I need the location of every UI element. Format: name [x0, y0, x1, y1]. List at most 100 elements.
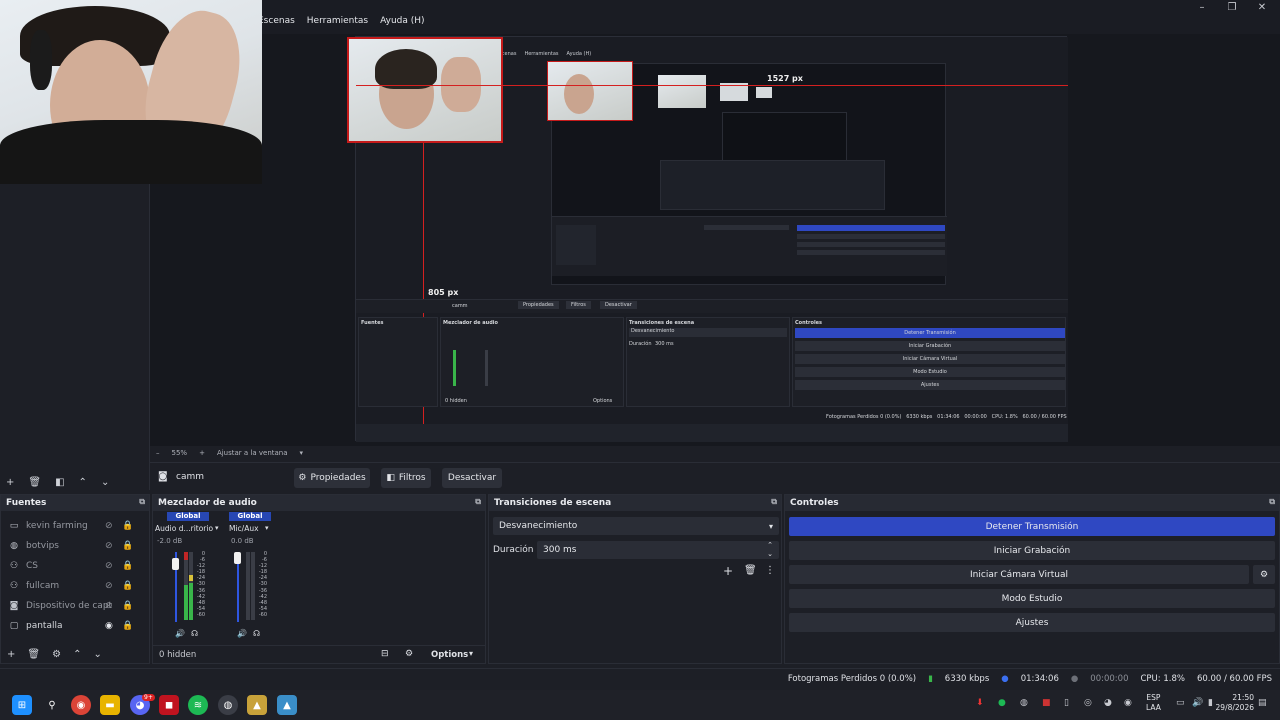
headphones-icon[interactable]: ☊ [191, 629, 198, 638]
start-virtual-camera-button[interactable]: Iniciar Cámara Virtual [789, 565, 1249, 584]
minimize-button[interactable]: – [1195, 2, 1209, 14]
lock-icon[interactable]: 🔒 [122, 581, 133, 591]
spotify-tray-icon[interactable]: ● [998, 698, 1006, 708]
undock-icon[interactable]: ⧉ [475, 497, 481, 507]
transition-select[interactable]: Desvanecimiento ▾ [493, 517, 779, 535]
list-item[interactable]: ▢ pantalla ◉ 🔒 [1, 616, 149, 636]
start-recording-button[interactable]: Iniciar Grabación [789, 541, 1275, 560]
tray-icon[interactable]: ⬇ [976, 698, 984, 708]
preview-canvas[interactable]: Escenas Herramientas Ayuda (H) 1527 px 8… [347, 36, 1068, 442]
speaker-icon[interactable]: 🔊 [175, 629, 185, 638]
studio-mode-button[interactable]: Modo Estudio [789, 589, 1275, 608]
list-item[interactable]: ◍ botvips ⊘ 🔒 [1, 536, 149, 556]
language-indicator[interactable]: ESP LAA [1146, 693, 1161, 713]
properties-button[interactable]: ⚙ Propiedades [294, 468, 370, 488]
tray-icon[interactable]: ◎ [1084, 698, 1092, 708]
lock-icon[interactable]: 🔒 [122, 621, 133, 631]
add-icon[interactable]: + [7, 649, 15, 660]
add-icon[interactable]: + [6, 477, 14, 488]
move-up-icon[interactable]: ⌃ [79, 477, 87, 488]
list-item[interactable]: ▭ kevin farming ⊘ 🔒 [1, 516, 149, 536]
list-item[interactable]: ⚇ fullcam ⊘ 🔒 [1, 576, 149, 596]
chrome-icon[interactable]: ◉ [71, 695, 91, 715]
settings-button[interactable]: Ajustes [789, 613, 1275, 632]
undock-icon[interactable]: ⧉ [771, 497, 777, 507]
add-icon[interactable]: + [723, 564, 733, 578]
volume-knob[interactable] [172, 558, 179, 570]
eye-off-icon[interactable]: ⊘ [105, 561, 113, 571]
close-button[interactable]: ✕ [1255, 2, 1269, 14]
gear-icon[interactable]: ⚙ [52, 649, 61, 660]
chevron-down-icon[interactable]: ▾ [300, 449, 304, 457]
stop-streaming-button[interactable]: Detener Transmisión [789, 517, 1275, 536]
eye-off-icon[interactable]: ⊘ [105, 541, 113, 551]
windows-start-icon[interactable]: ⊞ [12, 695, 32, 715]
list-item[interactable]: ◙ Dispositivo de capt ⊘ 🔒 [1, 596, 149, 616]
link-icon[interactable]: ⚙ [405, 649, 413, 659]
tray-icon[interactable]: ▯ [1064, 698, 1069, 708]
nested-webcam-selected [347, 37, 503, 143]
menu-escenas[interactable]: Escenas [258, 16, 295, 32]
lock-icon[interactable]: 🔒 [122, 541, 133, 551]
undock-icon[interactable]: ⧉ [1269, 497, 1275, 507]
menu-herramientas[interactable]: Herramientas [307, 16, 368, 32]
chevron-down-icon[interactable]: ▾ [469, 649, 473, 658]
trash-icon[interactable]: 🗑 [28, 477, 41, 488]
zoom-out-icon[interactable]: – [156, 449, 160, 457]
eye-icon[interactable]: ◉ [105, 621, 113, 631]
notifications-icon[interactable]: ▤ [1258, 698, 1267, 708]
lock-icon[interactable]: 🔒 [122, 601, 133, 611]
nested-ctrl-button: Ajustes [795, 380, 1065, 390]
options-button[interactable]: Options [431, 650, 468, 660]
app-icon[interactable]: ◼ [159, 695, 179, 715]
virtual-camera-settings-button[interactable]: ⚙ [1253, 565, 1275, 584]
zoom-fit-select[interactable]: Ajustar a la ventana [217, 449, 288, 457]
maximize-button[interactable]: ❐ [1225, 2, 1239, 14]
volume-knob[interactable] [234, 552, 241, 564]
move-down-icon[interactable]: ⌄ [93, 649, 101, 660]
duration-input[interactable]: 300 ms ⌃ ⌄ [537, 541, 779, 559]
app-icon[interactable]: ▲ [247, 695, 267, 715]
speaker-icon[interactable]: 🔊 [237, 629, 247, 638]
duration-value: 300 ms [543, 545, 577, 555]
filter-icon[interactable]: ◧ [55, 477, 64, 488]
tray-icon[interactable]: ■ [1042, 698, 1051, 708]
layout-icon[interactable]: ⊟ [381, 649, 389, 659]
headphones-icon[interactable]: ☊ [253, 629, 260, 638]
lock-icon[interactable]: 🔒 [122, 561, 133, 571]
chevron-down-icon[interactable]: ▾ [265, 524, 269, 532]
deactivate-button[interactable]: Desactivar [442, 468, 502, 488]
trash-icon[interactable]: 🗑 [27, 649, 40, 660]
app-icon[interactable]: ▲ [277, 695, 297, 715]
undock-icon[interactable]: ⧉ [139, 497, 145, 507]
move-down-icon[interactable]: ⌄ [101, 477, 109, 488]
nested-ctrl-button: Detener Transmisión [795, 328, 1065, 338]
chevron-down-icon[interactable]: ▾ [215, 524, 219, 532]
filters-button[interactable]: ◧ Filtros [381, 468, 431, 488]
lock-icon[interactable]: 🔒 [122, 521, 133, 531]
search-icon[interactable]: ⚲ [42, 695, 62, 715]
nested-dock-title: Controles [795, 320, 823, 326]
eye-off-icon[interactable]: ⊘ [105, 521, 113, 531]
volume-icon[interactable]: 🔊 [1192, 698, 1203, 708]
region: LAA [1146, 703, 1161, 712]
move-up-icon[interactable]: ⌃ [73, 649, 81, 660]
network-icon[interactable]: ▭ [1176, 698, 1185, 708]
more-icon[interactable]: ⋮ [765, 565, 775, 576]
file-explorer-icon[interactable]: ▬ [100, 695, 120, 715]
zoom-in-icon[interactable]: + [199, 449, 205, 457]
stepper-icon[interactable]: ⌃ ⌄ [767, 541, 773, 559]
spotify-icon[interactable]: ≋ [188, 695, 208, 715]
tray-icon[interactable]: ◉ [1124, 698, 1132, 708]
discord-tray-icon[interactable]: ◕ [1104, 698, 1112, 708]
trash-icon[interactable]: 🗑 [744, 565, 757, 576]
list-item[interactable]: ⚇ CS ⊘ 🔒 [1, 556, 149, 576]
filters-label: Filtros [398, 473, 426, 483]
gear-icon: ⚙ [1259, 569, 1269, 580]
eye-off-icon[interactable]: ⊘ [105, 581, 113, 591]
menu-ayuda[interactable]: Ayuda (H) [380, 16, 424, 32]
obs-icon[interactable]: ◍ [218, 695, 238, 715]
eye-off-icon[interactable]: ⊘ [105, 601, 113, 611]
clock[interactable]: 21:50 29/8/2026 [1210, 693, 1254, 713]
tray-icon[interactable]: ◍ [1020, 698, 1028, 708]
